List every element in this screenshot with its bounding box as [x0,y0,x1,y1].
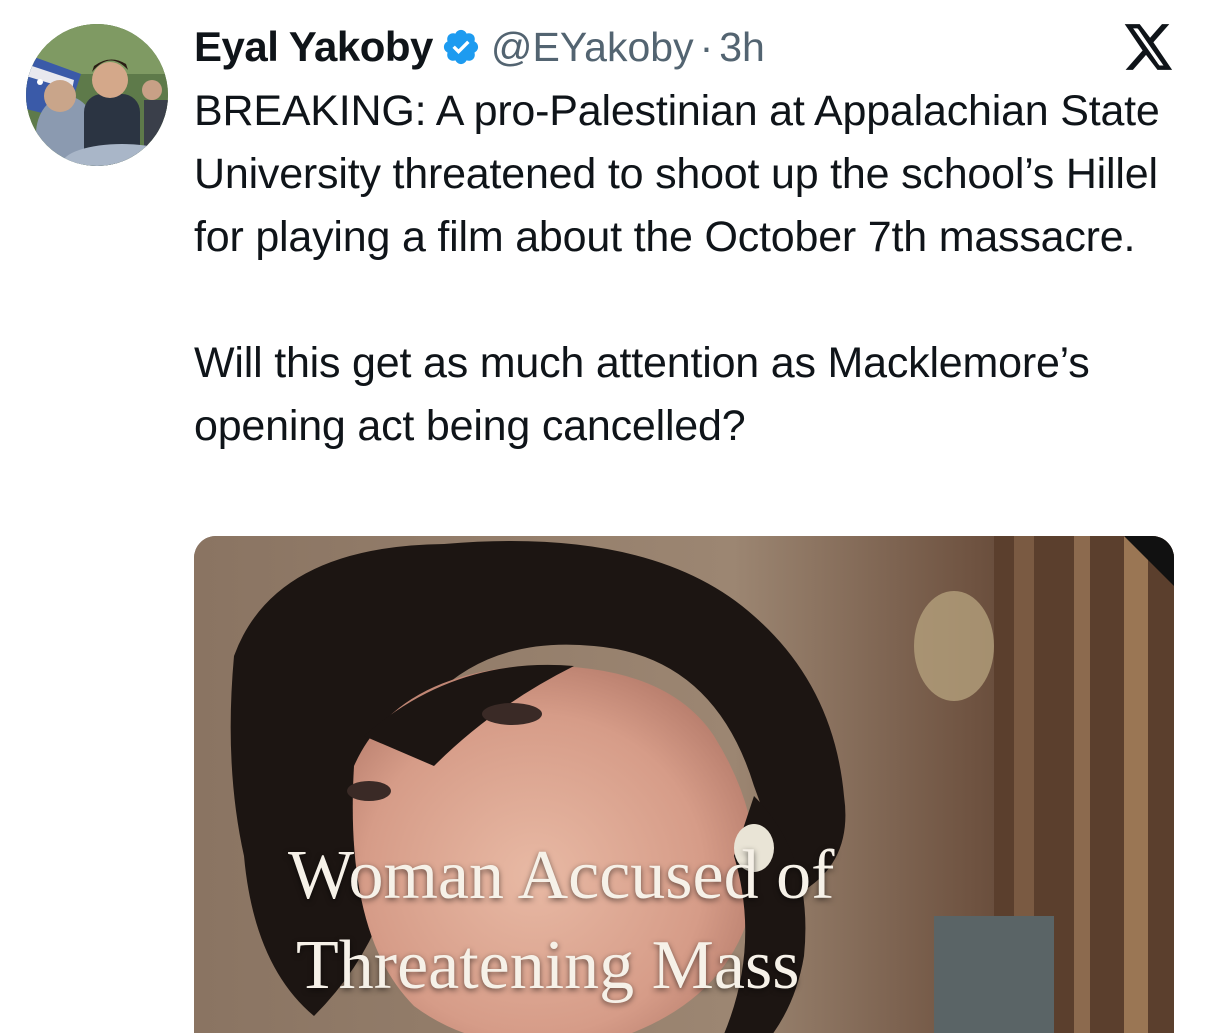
tweet-body: BREAKING: A pro-Palestinian at Appalachi… [194,80,1184,458]
tweet-header: Eyal Yakoby @EYakoby · 3h [194,22,765,72]
tweet-timestamp[interactable]: 3h [719,24,765,71]
tweet-paragraph-1: BREAKING: A pro-Palestinian at Appalachi… [194,87,1160,261]
author-handle[interactable]: @EYakoby [491,24,694,71]
tweet-paragraph-2: Will this get as much attention as Mackl… [194,339,1090,450]
author-display-name[interactable]: Eyal Yakoby [194,23,433,71]
avatar-photo [26,24,168,166]
verified-badge-icon [441,27,481,67]
x-logo-icon [1124,24,1174,70]
tweet-card: Eyal Yakoby @EYakoby · 3h BREAKING: A pr… [0,0,1206,1033]
media-caption-line-2: Threatening Mass [296,927,800,1004]
tweet-media-image[interactable]: Woman Accused of Threatening Mass [194,536,1174,1033]
media-caption-line-1: Woman Accused of [288,837,835,914]
author-avatar[interactable] [26,24,168,166]
separator-dot: · [699,23,714,70]
